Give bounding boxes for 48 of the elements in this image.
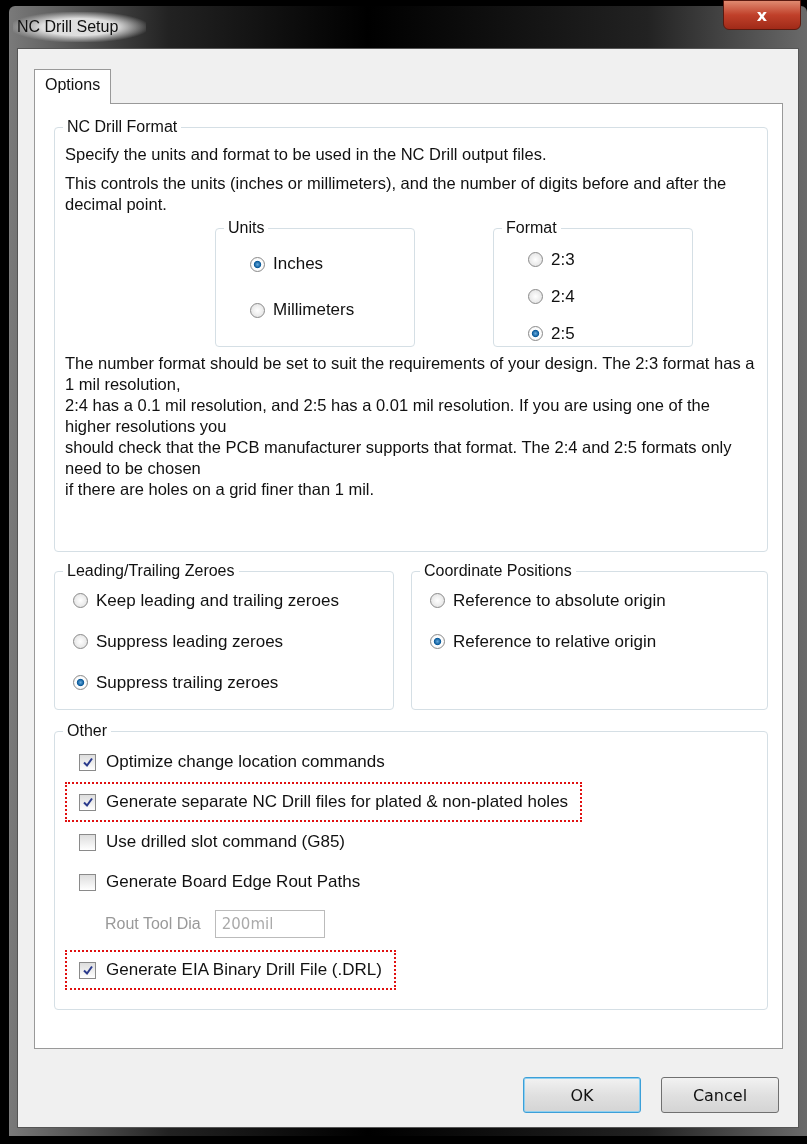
tab[interactable]: Options bbox=[34, 69, 112, 104]
checkbox[interactable] bbox=[79, 793, 96, 811]
option-label[interactable]: 2:4 bbox=[551, 286, 575, 307]
intro-text: Specify the units and format to be used in the NC Drill output files. bbox=[65, 144, 548, 165]
radio-button[interactable] bbox=[73, 675, 88, 690]
option-label[interactable]: Reference to relative origin bbox=[453, 631, 657, 652]
option-label[interactable]: Millimeters bbox=[273, 300, 355, 320]
field-label: Rout Tool Dia bbox=[105, 915, 201, 933]
radio-button[interactable] bbox=[528, 326, 543, 341]
option-label[interactable]: Keep leading and trailing zeroes bbox=[96, 590, 339, 611]
radio-button[interactable] bbox=[250, 256, 265, 272]
radio-button[interactable] bbox=[528, 252, 543, 267]
option-label[interactable]: Suppress trailing zeroes bbox=[96, 672, 279, 693]
group-title: Format bbox=[505, 219, 558, 237]
checkbox-label[interactable]: Generate Board Edge Rout Paths bbox=[106, 872, 361, 892]
note-text: The number format should be set to suit the requirements of your design. The 2:3 format has a 1 mil resolution, 2:4 has a 0.1 mil resolution, and 2:5 has a 0.01 mil resolution. If you are using one of the higher resolutions you should check that the PCB manufacturer supports that format. The 2:4 and 2:5 formats only need to be chosen if there are holes on a grid finer than 1 mil. bbox=[65, 353, 756, 500]
option-label[interactable]: Inches bbox=[273, 254, 324, 274]
check-icon bbox=[81, 964, 94, 976]
group-title: NC Drill Format bbox=[66, 118, 179, 136]
option-label[interactable]: 2:5 bbox=[551, 323, 575, 344]
cancel-button[interactable]: Cancel bbox=[661, 1077, 779, 1113]
group-title: Other bbox=[66, 722, 108, 740]
group-title: Units bbox=[227, 219, 266, 237]
checkbox[interactable] bbox=[79, 961, 96, 979]
checkbox-label[interactable]: Use drilled slot command (G85) bbox=[106, 832, 346, 852]
radio-button[interactable] bbox=[73, 634, 88, 649]
radio-button[interactable] bbox=[430, 634, 445, 649]
description-text: This controls the units (inches or millimeters), and the number of digits before and after the decimal point. bbox=[65, 173, 728, 215]
close-button[interactable]: x bbox=[723, 0, 801, 30]
group-title: Leading/Trailing Zeroes bbox=[66, 562, 236, 580]
option-label[interactable]: Reference to absolute origin bbox=[453, 590, 666, 611]
window-title: NC Drill Setup bbox=[13, 12, 147, 42]
checkbox-label[interactable]: Generate separate NC Drill files for plated & non-plated holes bbox=[106, 792, 569, 812]
checkbox-label[interactable]: Optimize change location commands bbox=[106, 752, 385, 772]
check-icon bbox=[81, 756, 94, 768]
checkbox[interactable] bbox=[79, 833, 96, 851]
radio-button[interactable] bbox=[73, 593, 88, 608]
checkbox-label[interactable]: Generate EIA Binary Drill File (.DRL) bbox=[106, 960, 382, 980]
radio-button[interactable] bbox=[430, 593, 445, 608]
option-label[interactable]: Suppress leading zeroes bbox=[96, 631, 284, 652]
checkbox[interactable] bbox=[79, 873, 96, 891]
option-label[interactable]: 2:3 bbox=[551, 249, 575, 270]
group-title: Coordinate Positions bbox=[423, 562, 573, 580]
checkbox[interactable] bbox=[79, 753, 96, 771]
check-icon bbox=[81, 796, 94, 808]
ok-button[interactable]: OK bbox=[523, 1077, 641, 1113]
radio-button[interactable] bbox=[528, 289, 543, 304]
radio-button[interactable] bbox=[250, 302, 265, 318]
